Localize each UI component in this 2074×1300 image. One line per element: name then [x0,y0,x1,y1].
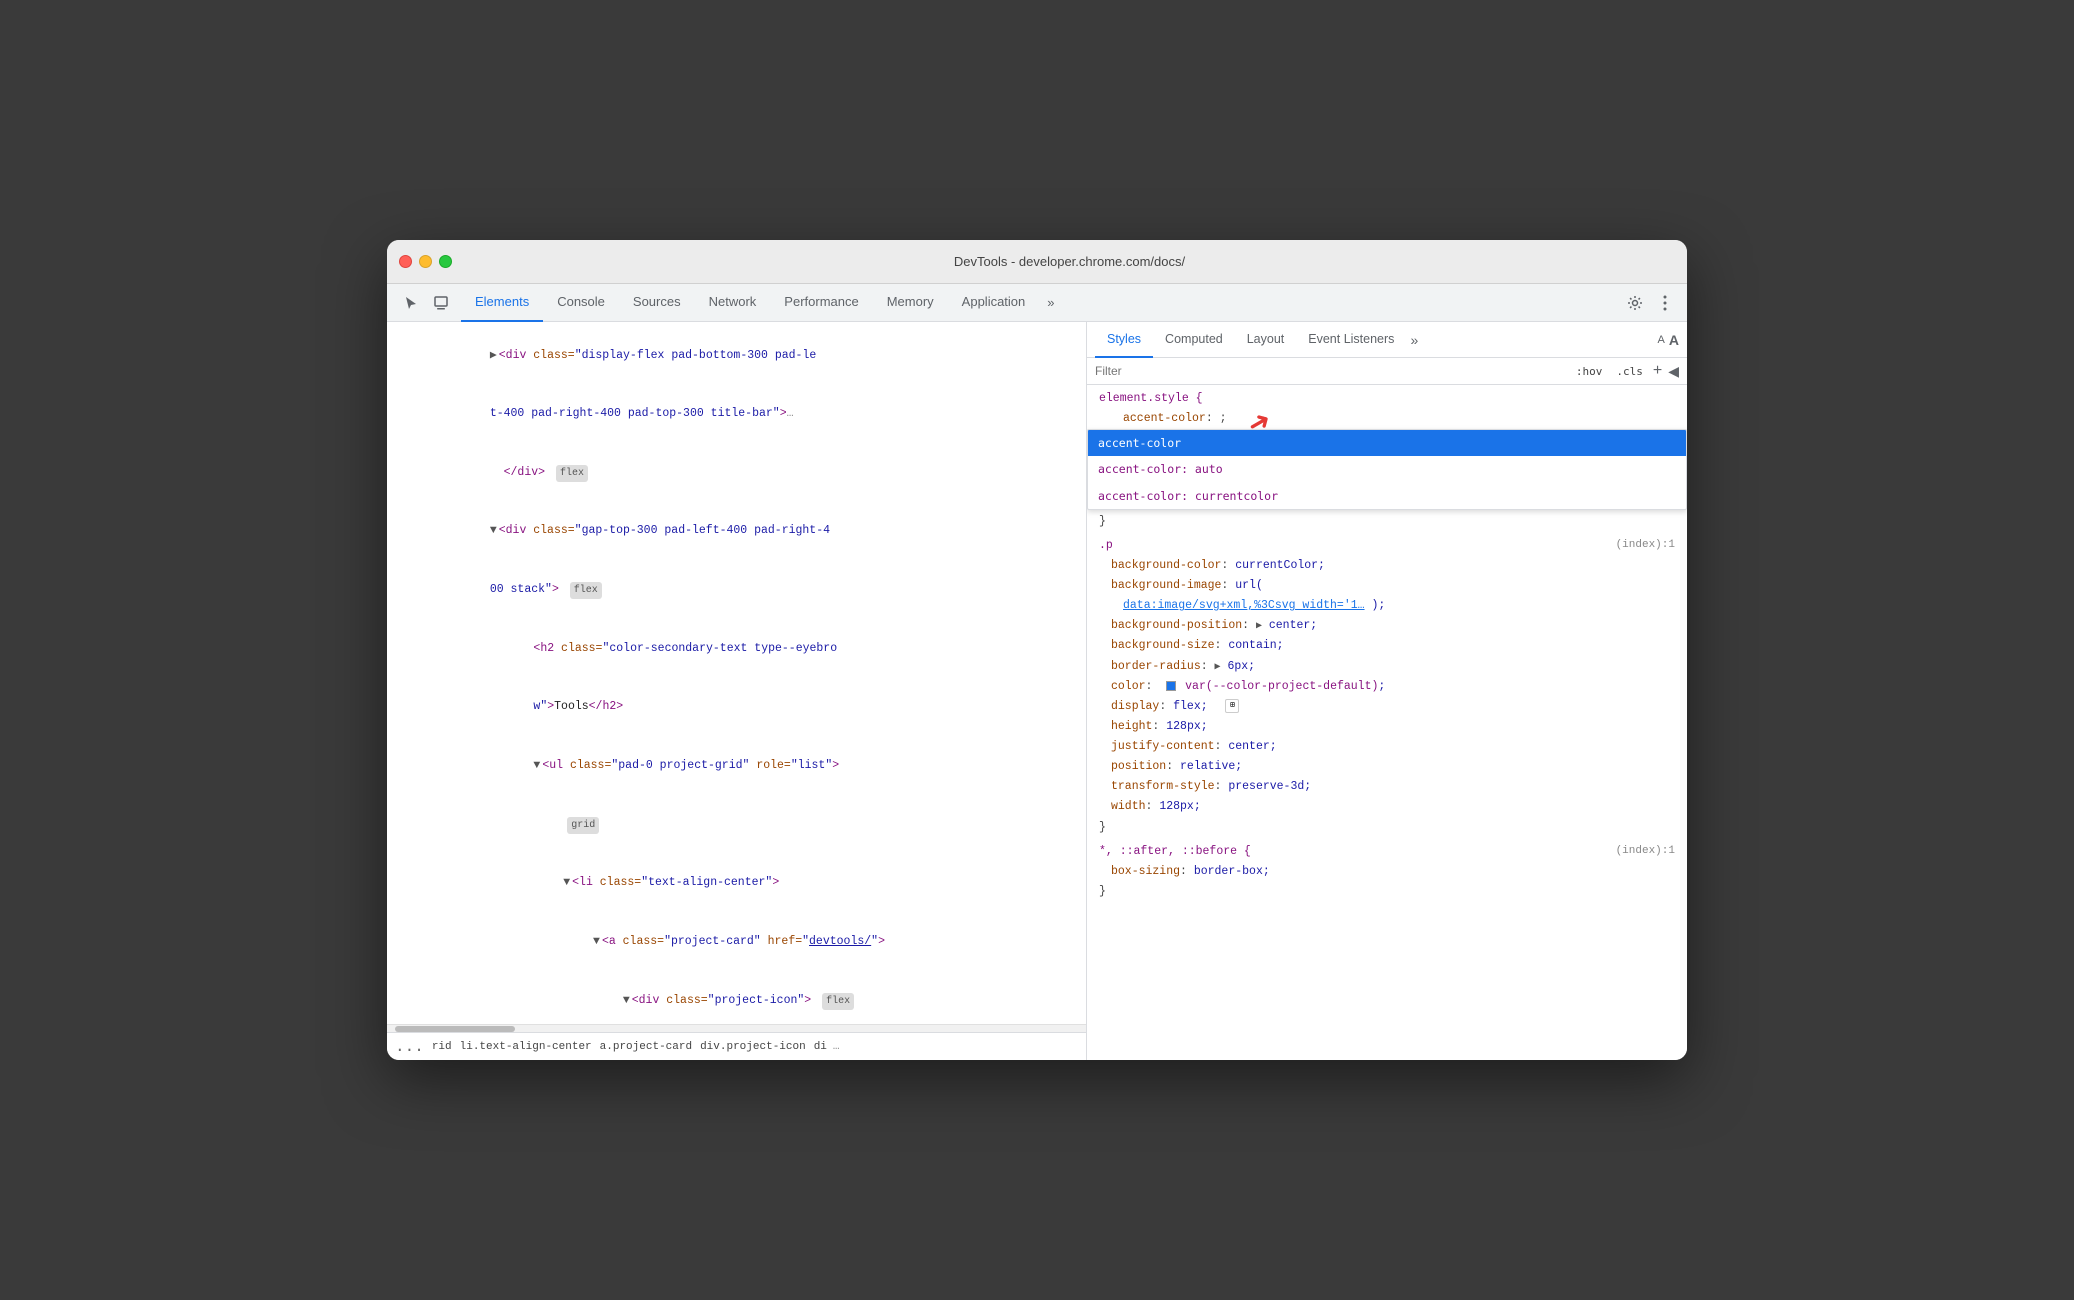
breadcrumb-item[interactable]: div.project-icon [698,1041,808,1053]
css-prop-width[interactable]: width: 128px; [1087,797,1687,817]
html-line[interactable]: <h2 class="color-secondary-text type--ey… [387,619,1086,678]
css-prop-box-sizing[interactable]: box-sizing: border-box; [1087,862,1687,882]
css-prop-border-radius[interactable]: border-radius: ▶ 6px; [1087,657,1687,677]
traffic-lights [399,255,452,268]
devtools-tab-right [1621,289,1683,317]
tab-network[interactable]: Network [695,284,771,322]
tab-icon-group [391,289,461,317]
css-property-accent[interactable]: accent-color: ; ➜ [1087,409,1687,429]
css-prop-bg-image-url[interactable]: data:image/svg+xml,%3Csvg width='1… ); [1087,596,1687,616]
color-swatch[interactable] [1166,681,1176,691]
autocomplete-item-auto[interactable]: accent-color: auto [1088,456,1686,482]
css-prop-height[interactable]: height: 128px; [1087,717,1687,737]
breadcrumb-item[interactable]: li.text-align-center [458,1041,594,1053]
horizontal-scrollbar[interactable] [387,1024,1086,1032]
elements-panel: ▶<div class="display-flex pad-bottom-300… [387,322,1087,1060]
html-line[interactable]: t-400 pad-right-400 pad-top-300 title-ba… [387,385,1086,444]
html-line[interactable]: ▼<div class="project-icon"> flex [387,971,1086,1024]
style-tab-bar: Styles Computed Layout Event Listeners » [1087,322,1687,358]
title-bar: DevTools - developer.chrome.com/docs/ [387,240,1687,284]
more-options-icon[interactable] [1651,289,1679,317]
css-source-index: (index):1 [1616,536,1675,556]
autocomplete-item-currentcolor[interactable]: accent-color: currentcolor [1088,483,1686,509]
inspect-icon[interactable] [427,289,455,317]
breadcrumb-item[interactable]: a.project-card [598,1041,694,1053]
css-prop-bg-image[interactable]: background-image: url( [1087,576,1687,596]
css-prop-display[interactable]: display: flex; ⊞ [1087,697,1687,717]
html-line[interactable]: ▶<div class="display-flex pad-bottom-300… [387,326,1086,385]
collapse-button[interactable]: ◀ [1668,363,1679,380]
tab-computed[interactable]: Computed [1153,322,1235,358]
tab-memory[interactable]: Memory [873,284,948,322]
tab-layout[interactable]: Layout [1235,322,1297,358]
breadcrumb-dots[interactable]: ... [395,1038,424,1056]
tab-console[interactable]: Console [543,284,619,322]
html-line[interactable]: 00 stack"> flex [387,561,1086,620]
window-title: DevTools - developer.chrome.com/docs/ [464,254,1675,269]
hov-button[interactable]: :hov [1572,363,1607,380]
styles-panel: Styles Computed Layout Event Listeners » [1087,322,1687,1060]
maximize-button[interactable] [439,255,452,268]
html-line[interactable]: ▼<li class="text-align-center"> [387,854,1086,913]
filter-bar: :hov .cls + ◀ [1087,358,1687,385]
breadcrumb-ellipsis: … [833,1041,840,1053]
css-rule-p: .p (index):1 background-color: currentCo… [1087,536,1687,838]
cursor-icon[interactable] [397,289,425,317]
css-prop-bg-color[interactable]: background-color: currentColor; [1087,556,1687,576]
breadcrumb-item[interactable]: rid [430,1041,454,1053]
settings-icon[interactable] [1621,289,1649,317]
css-rule-universal-header: *, ::after, ::before { (index):1 [1087,842,1687,862]
css-rule-header: .p (index):1 [1087,536,1687,556]
autocomplete-dropdown: accent-color accent-color: auto accent-c… [1087,429,1687,509]
css-rule-universal-close: } [1087,882,1687,902]
devtools-main-content: ▶<div class="display-flex pad-bottom-300… [387,322,1687,1060]
html-line[interactable]: ▼<div class="gap-top-300 pad-left-400 pa… [387,502,1086,561]
css-prop-bg-size[interactable]: background-size: contain; [1087,636,1687,656]
element-style-block: element.style { accent-color: ; ➜ [1087,389,1687,532]
add-style-button[interactable]: + [1653,362,1662,380]
minimize-button[interactable] [419,255,432,268]
html-line[interactable]: ▼<ul class="pad-0 project-grid" role="li… [387,736,1086,795]
html-line[interactable]: </div> flex [387,443,1086,502]
cls-button[interactable]: .cls [1612,363,1647,380]
breadcrumb-item[interactable]: di [812,1041,829,1053]
tab-sources[interactable]: Sources [619,284,695,322]
tab-application[interactable]: Application [948,284,1040,322]
style-tabs-more[interactable]: » [1410,332,1418,348]
styles-content: element.style { accent-color: ; ➜ [1087,385,1687,1060]
elements-tree[interactable]: ▶<div class="display-flex pad-bottom-300… [387,322,1086,1024]
css-rule-universal: *, ::after, ::before { (index):1 box-siz… [1087,842,1687,902]
css-prop-transform-style[interactable]: transform-style: preserve-3d; [1087,777,1687,797]
html-line[interactable]: ▼<a class="project-card" href="devtools/… [387,912,1086,971]
css-prop-justify-content[interactable]: justify-content: center; [1087,737,1687,757]
css-rule-close: } [1087,818,1687,838]
html-line[interactable]: w">Tools</h2> [387,678,1086,737]
html-line[interactable]: grid [387,795,1086,854]
devtools-container: Elements Console Sources Network Perform… [387,284,1687,1060]
tab-elements[interactable]: Elements [461,284,543,322]
tab-styles[interactable]: Styles [1095,322,1153,358]
devtools-window: DevTools - developer.chrome.com/docs/ [387,240,1687,1060]
tab-event-listeners[interactable]: Event Listeners [1296,322,1406,358]
text-size-icon[interactable]: AA [1658,332,1679,348]
close-button[interactable] [399,255,412,268]
breadcrumb: ... rid li.text-align-center a.project-c… [387,1032,1086,1060]
autocomplete-list: accent-color accent-color: auto accent-c… [1087,429,1687,509]
filter-input[interactable] [1095,364,1566,378]
css-prop-color[interactable]: color: var(--color-project-default); [1087,677,1687,697]
tab-performance[interactable]: Performance [770,284,872,322]
css-prop-position[interactable]: position: relative; [1087,757,1687,777]
css-source-index2: (index):1 [1616,842,1675,862]
css-close-brace: } [1087,512,1687,532]
tabs-more-button[interactable]: » [1039,284,1062,322]
flex-icon: ⊞ [1225,699,1239,713]
css-prop-bg-position[interactable]: background-position: ▶ center; [1087,616,1687,636]
devtools-tab-bar: Elements Console Sources Network Perform… [387,284,1687,322]
css-selector-line: element.style { [1087,389,1687,409]
autocomplete-item-accent-color[interactable]: accent-color [1088,430,1686,456]
